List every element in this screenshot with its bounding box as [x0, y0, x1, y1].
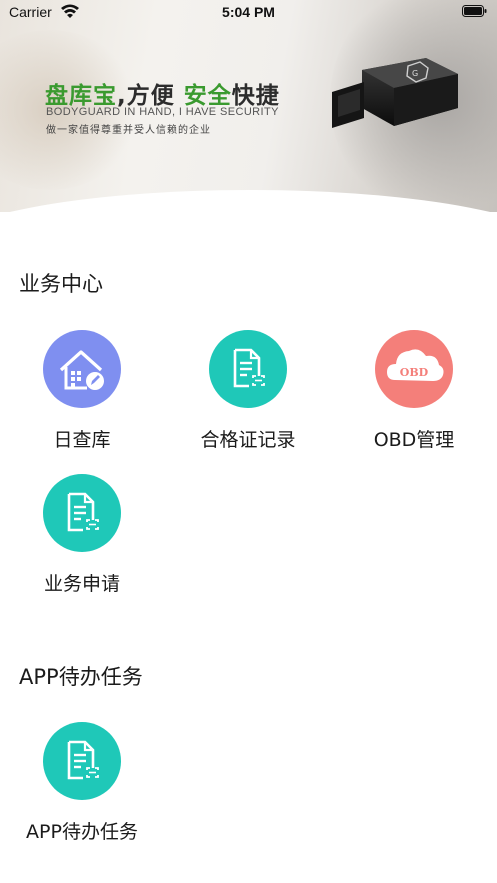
tile-label: 业务申请	[43, 573, 120, 595]
status-bar: Carrier 5:04 PM	[0, 0, 497, 26]
tile-icon-bg: OBD	[375, 330, 453, 408]
banner-slogan: 盘库宝,方便 安全快捷	[45, 83, 280, 109]
tile-icon-bg	[43, 330, 121, 408]
document-scan-icon	[233, 348, 265, 388]
section-title-business-center: 业务中心	[19, 272, 103, 296]
obd-cloud-icon: OBD	[387, 349, 444, 381]
document-scan-icon	[67, 740, 99, 780]
status-time: 5:04 PM	[222, 4, 275, 20]
tile-icon-bg	[43, 474, 121, 552]
tile-icon-bg	[209, 330, 287, 408]
tile-business-application[interactable]: 业务申请	[2, 474, 162, 604]
tile-label: 日查库	[53, 429, 111, 451]
tile-label: APP待办任务	[26, 821, 138, 843]
warehouse-edit-icon	[59, 350, 104, 390]
tile-daily-check[interactable]: 日查库	[2, 330, 162, 460]
section-title-app-tasks: APP待办任务	[19, 665, 143, 689]
document-scan-icon	[67, 492, 99, 532]
battery-icon	[462, 5, 487, 17]
tile-icon-bg	[43, 722, 121, 800]
tile-label: OBD管理	[373, 429, 455, 451]
tile-certificate-records[interactable]: 合格证记录	[168, 330, 328, 460]
tile-obd-management[interactable]: OBD OBD管理	[334, 330, 494, 460]
banner-tagline-en: BODYGUARD IN HAND, I HAVE SECURITY	[46, 106, 279, 118]
svg-text:G: G	[412, 69, 418, 78]
banner-tagline-cn: 做一家值得尊重并受人信赖的企业	[46, 125, 211, 136]
tile-label: 合格证记录	[200, 429, 296, 451]
tile-app-tasks[interactable]: APP待办任务	[2, 722, 162, 852]
banner[interactable]: 盘库宝,方便 安全快捷 BODYGUARD IN HAND, I HAVE SE…	[0, 0, 497, 212]
svg-text:OBD: OBD	[400, 366, 429, 379]
obd-device-image: G	[332, 58, 458, 128]
